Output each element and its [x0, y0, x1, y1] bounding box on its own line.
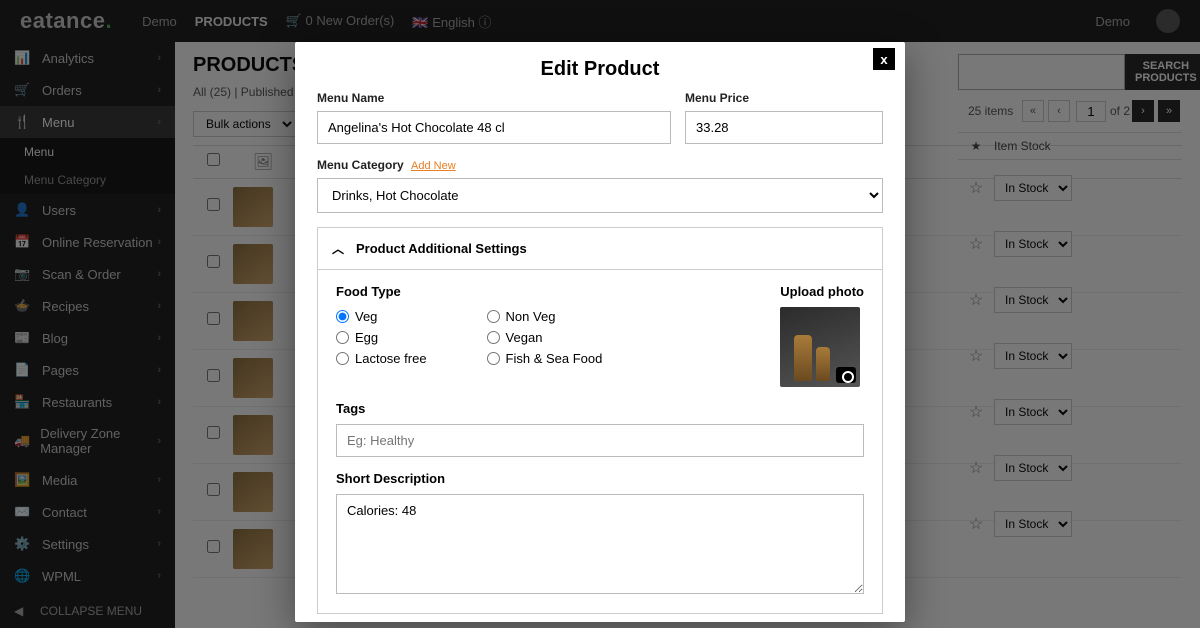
food-type-vegan[interactable]: Vegan — [487, 330, 603, 345]
menu-category-label: Menu Category Add New — [317, 158, 883, 172]
food-type-label-text: Lactose free — [355, 351, 427, 366]
tags-input[interactable] — [336, 424, 864, 457]
food-type-label-text: Veg — [355, 309, 377, 324]
short-desc-label: Short Description — [336, 471, 864, 486]
food-type-radio[interactable] — [487, 352, 500, 365]
close-button[interactable]: x — [873, 48, 895, 70]
food-type-radio[interactable] — [487, 331, 500, 344]
menu-price-label: Menu Price — [685, 91, 883, 105]
food-type-label-text: Egg — [355, 330, 378, 345]
food-type-label-text: Vegan — [506, 330, 543, 345]
food-type-radio[interactable] — [336, 352, 349, 365]
food-type-veg[interactable]: Veg — [336, 309, 427, 324]
food-type-radio[interactable] — [336, 331, 349, 344]
modal-title: Edit Product — [295, 42, 905, 91]
food-type-label-text: Fish & Sea Food — [506, 351, 603, 366]
edit-product-modal: x Edit Product Menu Name Menu Price Menu… — [295, 42, 905, 622]
camera-icon — [836, 367, 856, 383]
food-type-label-text: Non Veg — [506, 309, 556, 324]
add-new-category[interactable]: Add New — [411, 160, 456, 172]
food-type-lactose-free[interactable]: Lactose free — [336, 351, 427, 366]
short-desc-input[interactable]: Calories: 48 — [336, 494, 864, 594]
food-type-label: Food Type — [336, 284, 740, 299]
additional-settings-accordion: ︿ Product Additional Settings Food Type … — [317, 227, 883, 614]
food-type-radio[interactable] — [487, 310, 500, 323]
accordion-toggle[interactable]: ︿ Product Additional Settings — [318, 228, 882, 270]
chevron-up-icon: ︿ — [332, 240, 344, 257]
tags-label: Tags — [336, 401, 864, 416]
menu-price-input[interactable] — [685, 111, 883, 144]
modal-overlay: x Edit Product Menu Name Menu Price Menu… — [0, 0, 1200, 628]
menu-name-label: Menu Name — [317, 91, 671, 105]
food-type-radio[interactable] — [336, 310, 349, 323]
menu-category-select[interactable]: Drinks, Hot Chocolate — [317, 178, 883, 213]
food-type-non-veg[interactable]: Non Veg — [487, 309, 603, 324]
menu-name-input[interactable] — [317, 111, 671, 144]
upload-photo-label: Upload photo — [780, 284, 864, 299]
upload-photo[interactable] — [780, 307, 860, 387]
food-type-fish-sea-food[interactable]: Fish & Sea Food — [487, 351, 603, 366]
food-type-egg[interactable]: Egg — [336, 330, 427, 345]
